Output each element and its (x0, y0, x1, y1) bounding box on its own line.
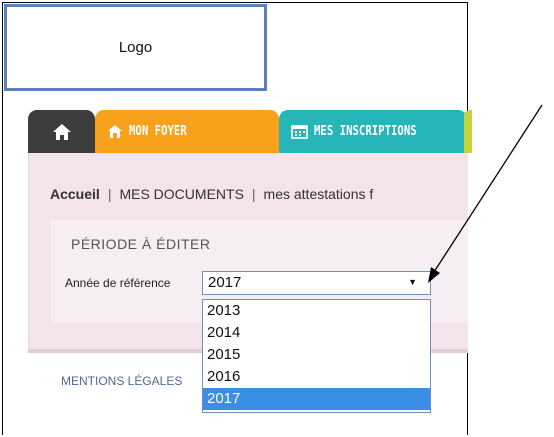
tab-home[interactable] (28, 110, 95, 153)
year-select[interactable]: 2017 ▼ (202, 271, 431, 295)
breadcrumb-current: mes attestations f (263, 186, 374, 202)
year-option-2014[interactable]: 2014 (203, 322, 430, 344)
logo: Logo (4, 4, 267, 91)
tab-next[interactable] (464, 110, 472, 153)
breadcrumb-documents[interactable]: MES DOCUMENTS (119, 186, 243, 202)
house-icon (107, 124, 123, 139)
year-option-2016[interactable]: 2016 (203, 366, 430, 388)
tab-mes-inscriptions[interactable]: MES INSCRIPTIONS (279, 110, 467, 153)
main-tabs: MON FOYER MES INSCRIPTIONS (28, 110, 472, 153)
breadcrumb-separator: | (107, 186, 112, 202)
home-icon (52, 123, 72, 141)
year-label: Année de référence (65, 276, 171, 290)
year-option-2013[interactable]: 2013 (203, 300, 430, 322)
breadcrumb-separator: | (251, 186, 256, 202)
dropdown-arrow-icon[interactable]: ▼ (408, 277, 417, 287)
calendar-icon (291, 124, 308, 139)
breadcrumb: Accueil | MES DOCUMENTS | mes attestations f (50, 186, 373, 202)
tab-mon-foyer-label: MON FOYER (129, 124, 187, 139)
year-select-value: 2017 (208, 274, 242, 291)
breadcrumb-home[interactable]: Accueil (50, 186, 100, 202)
year-option-2015[interactable]: 2015 (203, 344, 430, 366)
period-title: PÉRIODE À ÉDITER (71, 236, 211, 252)
year-dropdown-list: 2013 2014 2015 2016 2017 (202, 299, 431, 413)
legal-mentions-link[interactable]: MENTIONS LÉGALES (61, 374, 182, 388)
tab-mes-inscriptions-label: MES INSCRIPTIONS (314, 124, 417, 139)
logo-text: Logo (118, 39, 153, 56)
year-option-2017[interactable]: 2017 (203, 388, 430, 410)
tab-mon-foyer[interactable]: MON FOYER (95, 110, 279, 153)
